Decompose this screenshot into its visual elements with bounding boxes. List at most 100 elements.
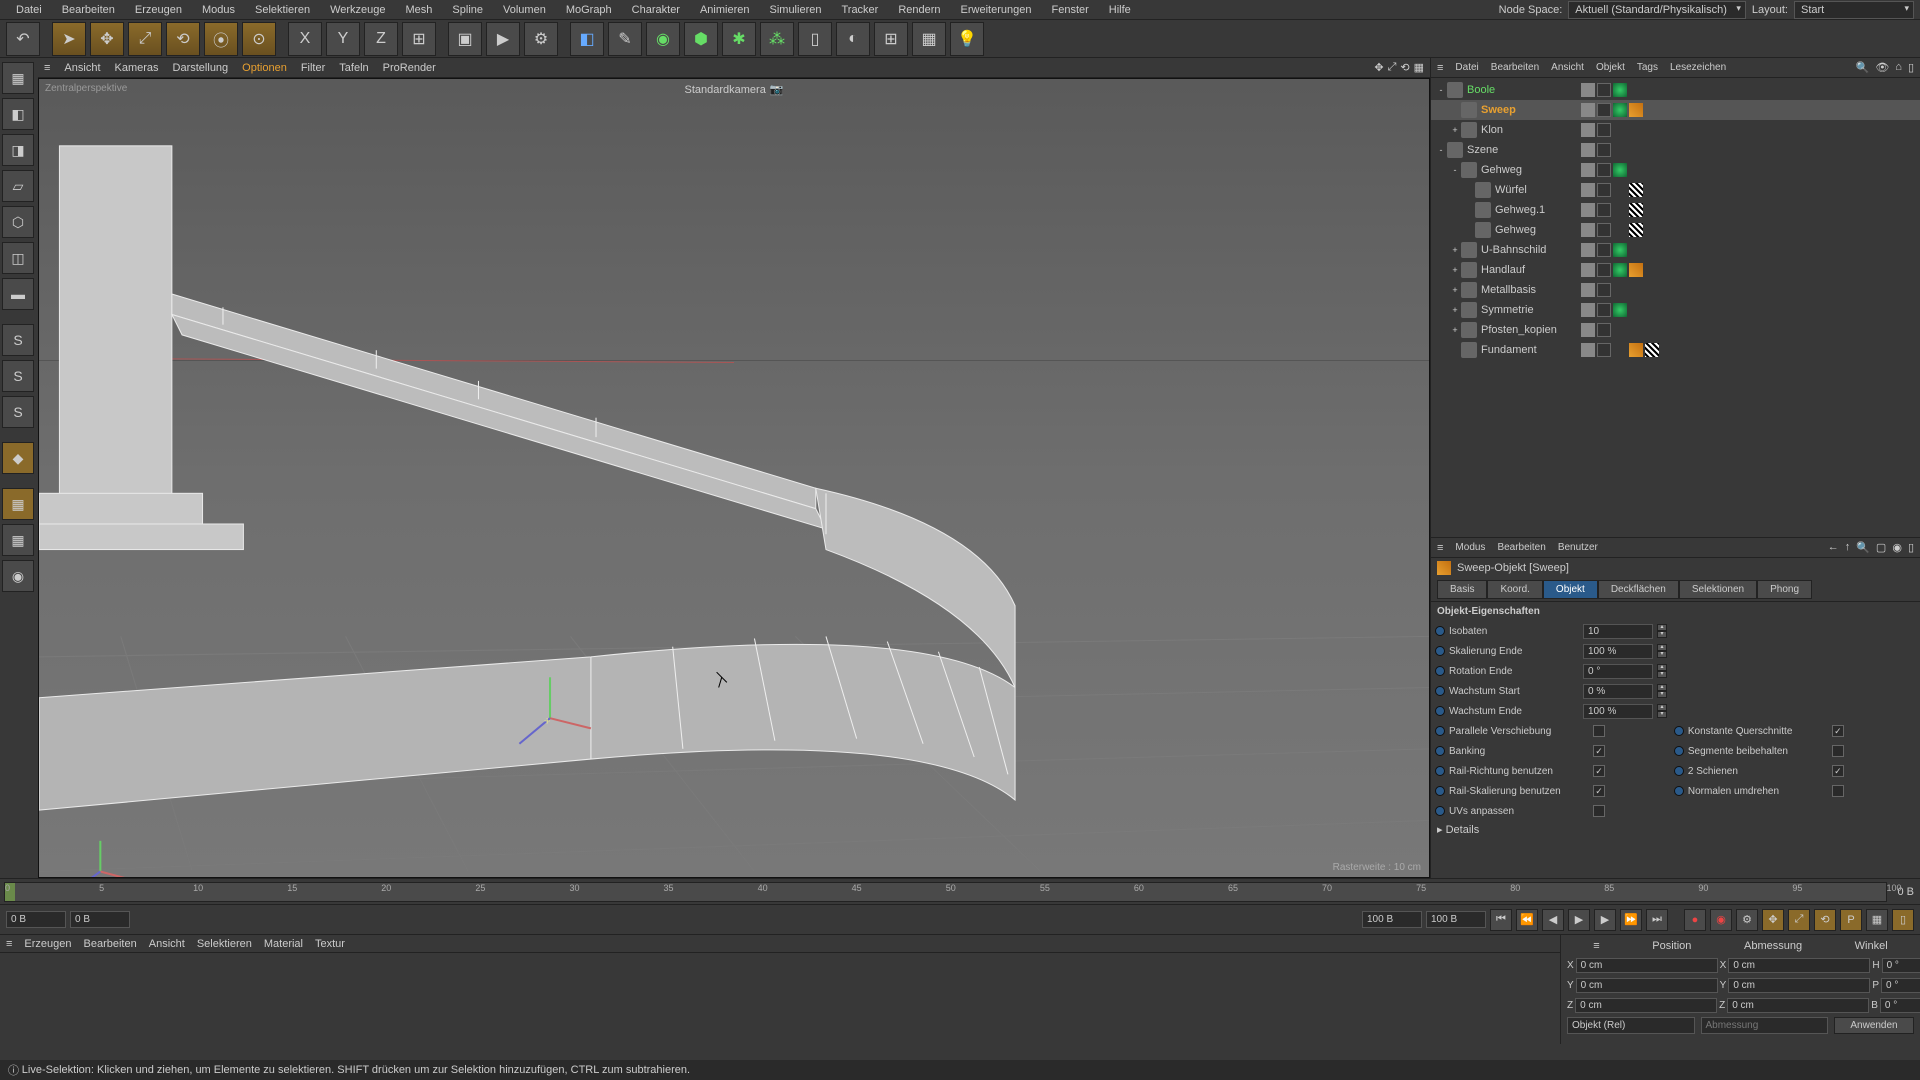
menu-volumen[interactable]: Volumen [493,4,556,16]
vp-menu-optionen[interactable]: Optionen [242,62,287,74]
expand-icon[interactable]: + [1449,125,1461,135]
menu-erzeugen[interactable]: Erzeugen [125,4,192,16]
tree-item-label[interactable]: Handlauf [1481,264,1525,276]
tag-layer[interactable] [1581,143,1595,157]
mat-menu-material[interactable]: Material [264,938,303,950]
tag-layer[interactable] [1581,283,1595,297]
key-settings-button[interactable]: ⚙ [1736,909,1758,931]
snap-button[interactable]: S [2,360,34,392]
tag-dots[interactable] [1597,143,1611,157]
tree-item-label[interactable]: Gehweg.1 [1495,204,1545,216]
tree-item-label[interactable]: Gehweg [1481,164,1522,176]
expand-icon[interactable]: + [1449,305,1461,315]
checkbox[interactable] [1593,765,1605,777]
expand-icon[interactable]: - [1435,145,1447,155]
tag-dots[interactable] [1597,163,1611,177]
menu-rendern[interactable]: Rendern [888,4,950,16]
texture-mode-button[interactable]: ◨ [2,134,34,166]
render-settings-button[interactable]: ⚙ [524,22,558,56]
coord-size-input[interactable] [1728,978,1870,993]
tag-dots[interactable] [1597,263,1611,277]
tag-layer[interactable] [1581,323,1595,337]
panel-handle-icon[interactable]: ≡ [44,62,50,74]
expand-icon[interactable]: + [1449,245,1461,255]
menu-modus[interactable]: Modus [192,4,245,16]
vertex-paint-button[interactable]: ◉ [2,560,34,592]
menu-mograph[interactable]: MoGraph [556,4,622,16]
tag-sweep[interactable] [1629,103,1643,117]
last-tool[interactable]: ⦿ [204,22,238,56]
tag-checker[interactable] [1629,183,1643,197]
menu-fenster[interactable]: Fenster [1041,4,1098,16]
tag-layer[interactable] [1581,343,1595,357]
tree-item-handlauf[interactable]: + Handlauf [1431,260,1920,280]
tag-sweep[interactable] [1629,263,1643,277]
tag-layer[interactable] [1581,163,1595,177]
make-editable-button[interactable]: ▦ [2,62,34,94]
spinner[interactable]: ▴▾ [1657,664,1667,678]
undo-button[interactable]: ↶ [6,22,40,56]
param-dot-icon[interactable] [1674,726,1684,736]
menu-animieren[interactable]: Animieren [690,4,760,16]
mat-menu-erzeugen[interactable]: Erzeugen [24,938,71,950]
scale-tool[interactable]: ⤢ [128,22,162,56]
tag-chk[interactable] [1613,303,1627,317]
goto-start-button[interactable]: ⏮ [1490,909,1512,931]
tree-item-klon[interactable]: + Klon [1431,120,1920,140]
attr-details-toggle[interactable]: ▸ Details [1431,821,1920,838]
prev-key-button[interactable]: ⏪ [1516,909,1538,931]
axis-x-toggle[interactable]: X [288,22,322,56]
bookmark-icon[interactable]: ▯ [1908,61,1914,74]
live-selection-tool[interactable]: ➤ [52,22,86,56]
add-null-button[interactable]: 💡 [950,22,984,56]
param-dot-icon[interactable] [1674,766,1684,776]
tree-item-label[interactable]: Metallbasis [1481,284,1536,296]
vp-rotate-icon[interactable]: ⟲ [1400,61,1409,74]
workplane-mode-button[interactable]: ▱ [2,170,34,202]
filter-icon[interactable]: 👁 [1875,61,1889,74]
node-space-dropdown[interactable]: Aktuell (Standard/Physikalisch) [1568,1,1746,19]
tag-dots[interactable] [1597,343,1611,357]
coord-size-input[interactable] [1727,998,1869,1013]
menu-simulieren[interactable]: Simulieren [760,4,832,16]
add-spline-button[interactable]: ✎ [608,22,642,56]
tree-item-u-bahnschild[interactable]: + U-Bahnschild [1431,240,1920,260]
tree-item-label[interactable]: Würfel [1495,184,1527,196]
attr-tab-objekt[interactable]: Objekt [1543,580,1598,599]
history-tool[interactable]: ⊙ [242,22,276,56]
om-menu-bearbeiten[interactable]: Bearbeiten [1491,62,1539,73]
attr-value-input[interactable] [1583,684,1653,699]
tag-layer[interactable] [1581,263,1595,277]
viewport-camera-label[interactable]: Standardkamera 📷 [684,83,783,96]
menu-mesh[interactable]: Mesh [396,4,443,16]
tag-sweep[interactable] [1629,343,1643,357]
menu-tracker[interactable]: Tracker [831,4,888,16]
key-pla-button[interactable]: ▦ [1866,909,1888,931]
tree-item-würfel[interactable]: Würfel [1431,180,1920,200]
timeline-start-field[interactable] [6,911,66,928]
param-dot-icon[interactable] [1435,626,1445,636]
attr-tab-selektionen[interactable]: Selektionen [1679,580,1757,599]
tree-item-label[interactable]: Pfosten_kopien [1481,324,1557,336]
vp-menu-prorender[interactable]: ProRender [383,62,436,74]
checkbox[interactable] [1832,745,1844,757]
attr-menu-modus[interactable]: Modus [1455,542,1485,553]
tree-item-label[interactable]: Szene [1467,144,1498,156]
add-field-button[interactable]: ⬢ [684,22,718,56]
key-rot-button[interactable]: ⟲ [1814,909,1836,931]
param-dot-icon[interactable] [1674,746,1684,756]
coord-angle-input[interactable] [1881,978,1920,993]
tree-item-boole[interactable]: - Boole [1431,80,1920,100]
attr-value-input[interactable] [1583,644,1653,659]
home-icon[interactable]: ⌂ [1895,61,1902,74]
tag-layer[interactable] [1581,103,1595,117]
play-button[interactable]: ▶ [1568,909,1590,931]
uv-mode-button[interactable]: ▦ [2,524,34,556]
add-tag-button[interactable]: ▦ [912,22,946,56]
checkbox[interactable] [1593,725,1605,737]
next-key-button[interactable]: ⏩ [1620,909,1642,931]
mat-menu-ansicht[interactable]: Ansicht [149,938,185,950]
expand-icon[interactable]: - [1435,85,1447,95]
viewport-solo-button[interactable]: ◆ [2,442,34,474]
panel-handle-icon[interactable]: ≡ [6,938,12,950]
